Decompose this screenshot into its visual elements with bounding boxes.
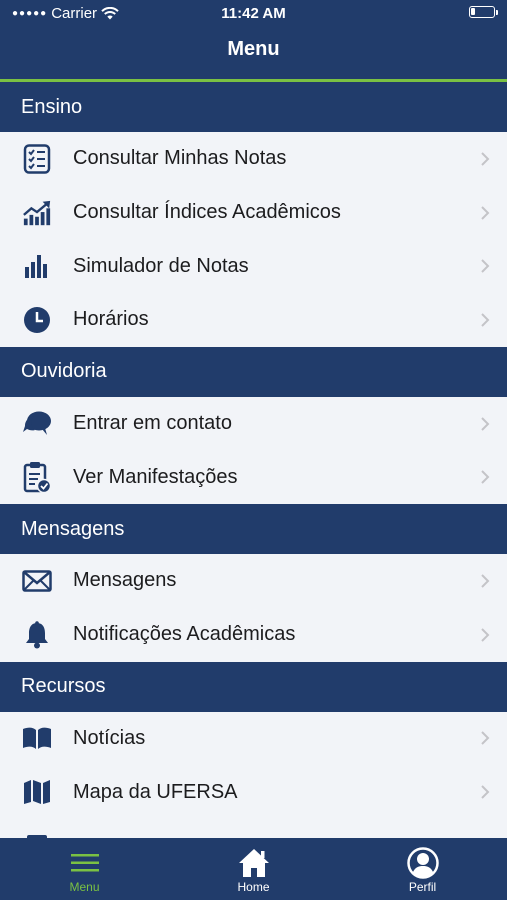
menu-item-ver-manifestacoes[interactable]: Ver Manifestações	[0, 450, 507, 505]
tab-label: Home	[237, 880, 270, 894]
chevron-right-icon	[481, 205, 490, 220]
chevron-right-icon	[481, 313, 490, 327]
chevron-right-icon	[481, 574, 490, 588]
tab-perfil[interactable]: Perfil	[338, 838, 507, 900]
tab-label: Perfil	[408, 880, 437, 894]
bar-chart-icon	[22, 251, 52, 281]
battery-icon	[469, 6, 498, 18]
tab-home[interactable]: Home	[169, 838, 338, 900]
section-header-mensagens: Mensagens	[0, 504, 507, 555]
menu-item-mensagens[interactable]: Mensagens	[0, 554, 507, 608]
page-title: Menu	[227, 38, 280, 60]
menu-item-label: Mensagens	[73, 569, 177, 592]
chevron-right-icon	[481, 627, 490, 642]
section-header-ensino: Ensino	[0, 82, 507, 132]
envelope-icon	[22, 566, 52, 596]
menu-item-label: Consultar Índices Acadêmicos	[73, 201, 341, 224]
clock-icon	[22, 305, 52, 335]
menu-item-label: Notícias	[73, 726, 146, 749]
menu-item-label: Mapa da UFERSA	[73, 780, 238, 803]
top-bar: ●●●●● Carrier 11:42 AM Menu	[0, 0, 507, 79]
book-icon	[22, 723, 52, 753]
profile-icon	[406, 846, 440, 880]
menu-item-label: Entrar em contato	[73, 412, 232, 435]
menu-list[interactable]: Ensino Consultar Minhas Notas Consultar …	[0, 82, 507, 838]
status-time: 11:42 AM	[221, 5, 286, 22]
menu-item-label: Consultar Minhas Notas	[73, 147, 287, 170]
tab-bar: Menu Home Perfil	[0, 838, 507, 900]
tab-label: Menu	[69, 880, 100, 894]
menu-item-notificacoes[interactable]: Notificações Acadêmicas	[0, 607, 507, 662]
chevron-right-icon	[481, 416, 490, 431]
hamburger-icon	[68, 846, 102, 880]
menu-item-entrar-contato[interactable]: Entrar em contato	[0, 396, 507, 451]
menu-item-partial[interactable]	[0, 818, 507, 838]
menu-item-label: Notificações Acadêmicas	[73, 623, 296, 646]
chevron-right-icon	[481, 785, 490, 799]
home-icon	[237, 846, 271, 880]
chevron-right-icon	[481, 731, 490, 746]
menu-item-label: Horários	[73, 308, 149, 331]
menu-item-noticias[interactable]: Notícias	[0, 711, 507, 766]
trend-chart-icon	[22, 198, 52, 228]
menu-item-consultar-notas[interactable]: Consultar Minhas Notas	[0, 132, 507, 186]
partial-item-icon	[22, 831, 52, 838]
clipboard-check-icon	[22, 462, 52, 494]
chevron-right-icon	[481, 259, 490, 273]
map-icon	[22, 777, 52, 807]
section-header-recursos: Recursos	[0, 661, 507, 712]
checklist-icon	[22, 144, 52, 174]
menu-item-label: Simulador de Notas	[73, 254, 249, 277]
section-header-ouvidoria: Ouvidoria	[0, 346, 507, 397]
menu-item-mapa-ufersa[interactable]: Mapa da UFERSA	[0, 765, 507, 819]
menu-item-horarios[interactable]: Horários	[0, 293, 507, 347]
bell-icon	[22, 620, 52, 650]
menu-item-consultar-indices[interactable]: Consultar Índices Acadêmicos	[0, 185, 507, 240]
chevron-right-icon	[481, 152, 490, 166]
tab-menu[interactable]: Menu	[0, 838, 169, 900]
menu-item-label: Ver Manifestações	[73, 465, 238, 488]
chat-bubbles-icon	[22, 409, 52, 439]
menu-item-simulador-notas[interactable]: Simulador de Notas	[0, 239, 507, 294]
status-bar: ●●●●● Carrier 11:42 AM	[0, 0, 507, 28]
chevron-right-icon	[481, 470, 490, 484]
